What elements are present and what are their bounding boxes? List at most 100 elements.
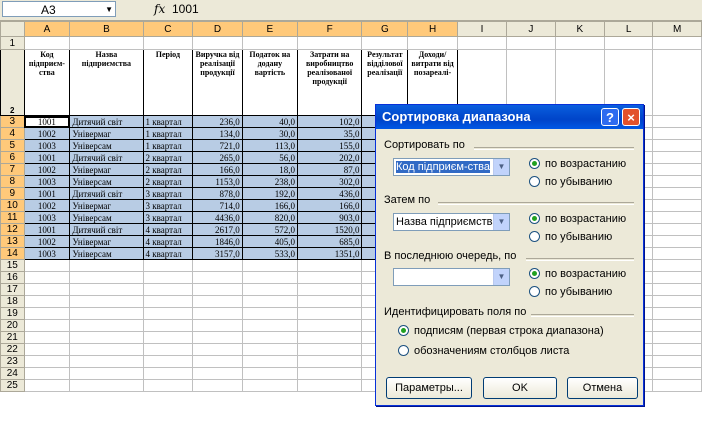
help-button[interactable]: ? bbox=[601, 108, 619, 126]
grid-cell[interactable] bbox=[652, 175, 702, 188]
cost-cell[interactable]: 155,0 bbox=[296, 139, 363, 152]
grid-cell[interactable] bbox=[241, 331, 298, 344]
code-cell[interactable]: 1003 bbox=[23, 175, 71, 188]
column-header-a[interactable]: A bbox=[23, 21, 71, 37]
grid-cell[interactable] bbox=[142, 271, 194, 284]
revenue-cell[interactable]: 3157,0 bbox=[192, 247, 243, 260]
revenue-cell[interactable]: 4436,0 bbox=[192, 211, 243, 224]
identify-columns-radio[interactable]: обозначениям столбцов листа bbox=[398, 345, 569, 357]
grid-cell[interactable] bbox=[652, 259, 702, 272]
row-header[interactable]: 20 bbox=[0, 319, 25, 332]
revenue-cell[interactable]: 878,0 bbox=[192, 187, 243, 200]
grid-cell[interactable] bbox=[69, 283, 144, 296]
vat-cell[interactable]: 820,0 bbox=[241, 211, 298, 224]
grid-cell[interactable] bbox=[23, 36, 71, 50]
grid-cell[interactable] bbox=[142, 295, 194, 308]
chevron-down-icon[interactable]: ▼ bbox=[105, 3, 113, 17]
sort3-asc-radio[interactable]: по возрастанию bbox=[529, 268, 626, 280]
grid-cell[interactable] bbox=[296, 319, 363, 332]
column-header-j[interactable]: J bbox=[506, 21, 556, 37]
row-header[interactable]: 6 bbox=[0, 151, 25, 164]
grid-cell[interactable] bbox=[192, 319, 243, 332]
grid-cell[interactable] bbox=[652, 283, 702, 296]
sort1-asc-radio[interactable]: по возрастанию bbox=[529, 158, 626, 170]
row-header[interactable]: 15 bbox=[0, 259, 25, 272]
dialog-title-bar[interactable]: Сортировка диапазона ? × bbox=[376, 105, 643, 129]
code-cell[interactable]: 1003 bbox=[23, 247, 71, 260]
grid-cell[interactable] bbox=[652, 379, 702, 392]
row-header[interactable]: 3 bbox=[0, 115, 25, 128]
row-header[interactable]: 7 bbox=[0, 163, 25, 176]
grid-cell[interactable] bbox=[69, 319, 144, 332]
grid-cell[interactable] bbox=[142, 319, 194, 332]
grid-cell[interactable] bbox=[296, 343, 363, 356]
period-cell[interactable]: 2 квартал bbox=[142, 163, 194, 176]
column-header-e[interactable]: E bbox=[241, 21, 298, 37]
revenue-cell[interactable]: 1846,0 bbox=[192, 235, 243, 248]
period-cell[interactable]: 1 квартал bbox=[142, 127, 194, 140]
period-cell[interactable]: 4 квартал bbox=[142, 235, 194, 248]
column-header-g[interactable]: G bbox=[361, 21, 409, 37]
grid-cell[interactable] bbox=[23, 379, 71, 392]
cancel-button[interactable]: Отмена bbox=[567, 377, 638, 399]
vat-cell[interactable]: 40,0 bbox=[241, 115, 298, 128]
revenue-cell[interactable]: 1153,0 bbox=[192, 175, 243, 188]
grid-cell[interactable] bbox=[241, 36, 298, 50]
name-cell[interactable]: Дитячий світ bbox=[69, 115, 144, 128]
grid-cell[interactable] bbox=[23, 295, 71, 308]
period-cell[interactable]: 1 квартал bbox=[142, 139, 194, 152]
cost-cell[interactable]: 202,0 bbox=[296, 151, 363, 164]
grid-cell[interactable] bbox=[142, 379, 194, 392]
grid-cell[interactable] bbox=[652, 295, 702, 308]
grid-cell[interactable] bbox=[69, 271, 144, 284]
period-cell[interactable]: 3 квартал bbox=[142, 199, 194, 212]
grid-cell[interactable] bbox=[296, 355, 363, 368]
grid-cell[interactable] bbox=[652, 319, 702, 332]
chevron-down-icon[interactable]: ▼ bbox=[493, 159, 509, 175]
grid-cell[interactable] bbox=[192, 295, 243, 308]
grid-cell[interactable] bbox=[241, 259, 298, 272]
revenue-cell[interactable]: 134,0 bbox=[192, 127, 243, 140]
grid-cell[interactable] bbox=[603, 36, 654, 50]
name-cell[interactable]: Універмаг bbox=[69, 163, 144, 176]
grid-cell[interactable] bbox=[296, 379, 363, 392]
grid-cell[interactable] bbox=[23, 343, 71, 356]
grid-cell[interactable] bbox=[506, 36, 556, 50]
grid-cell[interactable] bbox=[296, 36, 363, 50]
grid-cell[interactable] bbox=[652, 331, 702, 344]
grid-cell[interactable] bbox=[142, 367, 194, 380]
grid-cell[interactable] bbox=[69, 36, 144, 50]
grid-cell[interactable] bbox=[652, 139, 702, 152]
then-by-select[interactable]: Назва підприємства ▼ bbox=[393, 213, 510, 231]
grid-cell[interactable] bbox=[652, 223, 702, 236]
grid-cell[interactable] bbox=[652, 115, 702, 128]
header-cell-f[interactable]: Затрати на виробництво реалізованої прод… bbox=[296, 49, 363, 116]
vat-cell[interactable]: 405,0 bbox=[241, 235, 298, 248]
grid-cell[interactable] bbox=[652, 49, 702, 116]
header-cell-c[interactable]: Період bbox=[142, 49, 194, 116]
grid-cell[interactable] bbox=[241, 355, 298, 368]
row-header[interactable]: 9 bbox=[0, 187, 25, 200]
column-header-b[interactable]: B bbox=[69, 21, 144, 37]
revenue-cell[interactable]: 236,0 bbox=[192, 115, 243, 128]
row-header[interactable]: 4 bbox=[0, 127, 25, 140]
grid-cell[interactable] bbox=[142, 283, 194, 296]
column-header-f[interactable]: F bbox=[296, 21, 363, 37]
grid-cell[interactable] bbox=[192, 271, 243, 284]
code-cell[interactable]: 1001 bbox=[23, 187, 71, 200]
name-cell[interactable]: Універсам bbox=[69, 139, 144, 152]
vat-cell[interactable]: 18,0 bbox=[241, 163, 298, 176]
cost-cell[interactable]: 102,0 bbox=[296, 115, 363, 128]
close-button[interactable]: × bbox=[622, 108, 640, 126]
column-header-d[interactable]: D bbox=[192, 21, 243, 37]
code-cell[interactable]: 1002 bbox=[23, 235, 71, 248]
grid-cell[interactable] bbox=[69, 355, 144, 368]
grid-cell[interactable] bbox=[23, 283, 71, 296]
name-cell[interactable]: Універсам bbox=[69, 175, 144, 188]
column-header-l[interactable]: L bbox=[603, 21, 654, 37]
row-header[interactable]: 11 bbox=[0, 211, 25, 224]
fx-icon[interactable]: fx bbox=[154, 2, 165, 16]
revenue-cell[interactable]: 2617,0 bbox=[192, 223, 243, 236]
grid-cell[interactable] bbox=[241, 295, 298, 308]
grid-cell[interactable] bbox=[23, 271, 71, 284]
